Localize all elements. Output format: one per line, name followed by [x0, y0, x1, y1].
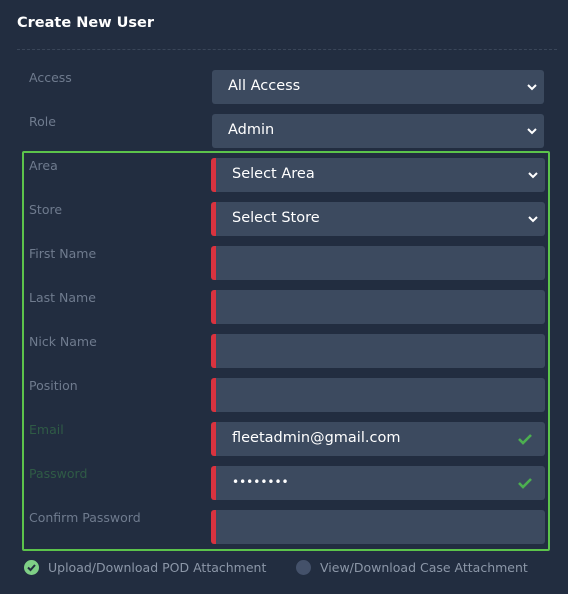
option-view-case[interactable]: View/Download Case Attachment — [296, 558, 528, 576]
password-label: Password — [29, 466, 88, 481]
role-label: Role — [29, 114, 56, 129]
nick-name-input[interactable] — [211, 334, 545, 368]
role-select[interactable]: Admin — [212, 114, 544, 148]
email-value: fleetadmin@gmail.com — [232, 430, 401, 446]
last-name-row: Last Name — [0, 290, 568, 324]
password-value: •••••••• — [232, 475, 289, 489]
first-name-input[interactable] — [211, 246, 545, 280]
store-value: Select Store — [232, 210, 320, 226]
access-value: All Access — [228, 78, 301, 94]
access-label: Access — [29, 70, 72, 85]
area-select[interactable]: Select Area — [211, 158, 545, 192]
first-name-row: First Name — [0, 246, 568, 280]
access-row: Access All Access — [0, 70, 568, 104]
password-row: Password •••••••• — [0, 466, 568, 500]
role-value: Admin — [228, 122, 275, 138]
last-name-label: Last Name — [29, 290, 96, 305]
password-field[interactable]: •••••••• — [211, 466, 545, 500]
confirm-password-field[interactable] — [211, 510, 545, 544]
store-select[interactable]: Select Store — [211, 202, 545, 236]
option-view-case-label: View/Download Case Attachment — [320, 559, 528, 575]
chevron-down-icon — [527, 128, 537, 135]
nick-name-label: Nick Name — [29, 334, 97, 349]
role-row: Role Admin — [0, 114, 568, 148]
chevron-down-icon — [528, 172, 538, 179]
title-divider — [17, 49, 557, 50]
attachment-options: Upload/Download POD Attachment View/Down… — [0, 558, 568, 576]
position-row: Position — [0, 378, 568, 412]
email-label: Email — [29, 422, 64, 437]
confirm-password-row: Confirm Password — [0, 510, 568, 544]
chevron-down-icon — [528, 216, 538, 223]
email-field[interactable]: fleetadmin@gmail.com — [211, 422, 545, 456]
position-input[interactable] — [211, 378, 545, 412]
first-name-label: First Name — [29, 246, 97, 261]
chevron-down-icon — [527, 84, 537, 91]
access-select[interactable]: All Access — [212, 70, 544, 104]
position-label: Position — [29, 378, 78, 393]
nick-name-row: Nick Name — [0, 334, 568, 368]
last-name-input[interactable] — [211, 290, 545, 324]
confirm-password-label: Confirm Password — [29, 510, 141, 525]
email-row: Email fleetadmin@gmail.com — [0, 422, 568, 456]
empty-circle-icon[interactable] — [296, 559, 311, 575]
store-row: Store Select Store — [0, 202, 568, 236]
option-upload-pod[interactable]: Upload/Download POD Attachment — [24, 558, 266, 576]
area-label: Area — [29, 158, 58, 173]
store-label: Store — [29, 202, 63, 217]
page-title: Create New User — [17, 15, 155, 31]
area-row: Area Select Area — [0, 158, 568, 192]
option-upload-pod-label: Upload/Download POD Attachment — [48, 559, 267, 575]
area-value: Select Area — [232, 166, 315, 182]
check-icon — [518, 434, 532, 445]
check-icon — [518, 478, 532, 489]
check-circle-icon[interactable] — [24, 559, 39, 575]
